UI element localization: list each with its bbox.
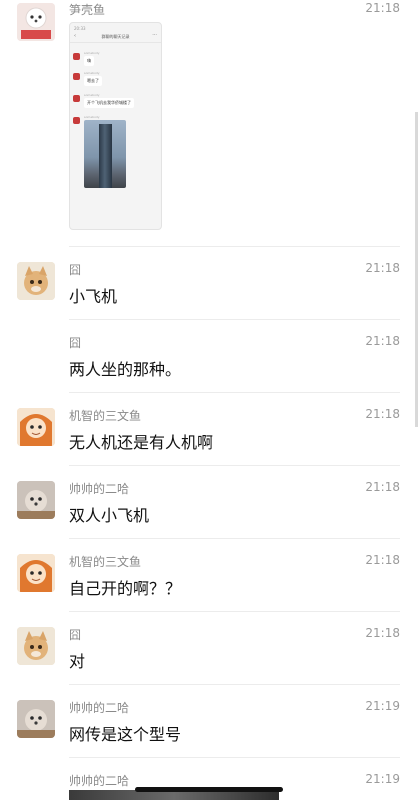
message-time: 21:18	[365, 407, 400, 421]
avatar[interactable]	[17, 3, 55, 41]
preview-sender: somebody	[84, 51, 100, 55]
divider	[69, 246, 400, 247]
home-indicator[interactable]	[135, 787, 283, 792]
message-time: 21:18	[365, 626, 400, 640]
message-time: 21:18	[365, 480, 400, 494]
anime-girl-avatar-icon	[17, 408, 55, 446]
message-time: 21:18	[365, 553, 400, 567]
cat-avatar-icon	[17, 627, 55, 665]
dog-avatar-icon	[17, 481, 55, 519]
avatar[interactable]	[17, 408, 55, 446]
avatar	[73, 95, 80, 102]
chat-history: 笋壳鱼 21:18 20:33 ‹ 群聊的聊天记录 ··· somebody 嗨…	[0, 0, 418, 800]
message-text: 自己开的啊？？	[69, 579, 182, 598]
preview-sender: somebody	[84, 93, 100, 97]
message-text: 双人小飞机	[69, 506, 150, 525]
divider	[69, 392, 400, 393]
message-time: 21:18	[365, 1, 400, 15]
divider	[69, 757, 400, 758]
preview-sender: somebody	[84, 71, 100, 75]
message-text: 两人坐的那种。	[69, 360, 182, 379]
avatar	[73, 117, 80, 124]
divider	[70, 42, 161, 43]
divider	[69, 319, 400, 320]
avatar[interactable]	[17, 262, 55, 300]
dog-avatar-icon	[17, 3, 55, 41]
sender-name: 囧	[69, 628, 82, 642]
preview-bubble: 开个飞机去我华侨城楼了	[84, 98, 134, 108]
message-time: 21:18	[365, 261, 400, 275]
sender-name: 笋壳鱼	[69, 3, 106, 17]
avatar[interactable]	[17, 481, 55, 519]
preview-bubble: 嗨	[84, 56, 94, 66]
sender-name: 帅帅的二哈	[69, 774, 130, 788]
message-text: 对	[69, 652, 86, 671]
avatar[interactable]	[17, 627, 55, 665]
message-text: 网传是这个型号	[69, 725, 182, 744]
more-icon: ···	[152, 32, 157, 38]
avatar	[73, 73, 80, 80]
message-text: 小飞机	[69, 287, 118, 306]
cat-avatar-icon	[17, 262, 55, 300]
avatar[interactable]	[17, 554, 55, 592]
preview-bubble: 嗯去了	[84, 76, 102, 86]
sender-name: 机智的三文鱼	[69, 409, 142, 423]
divider	[69, 538, 400, 539]
avatar[interactable]	[17, 700, 55, 738]
preview-photo	[84, 120, 126, 188]
avatar	[73, 53, 80, 60]
sender-name: 帅帅的二哈	[69, 482, 130, 496]
sender-name: 机智的三文鱼	[69, 555, 142, 569]
divider	[69, 611, 400, 612]
preview-status-time: 20:33	[74, 26, 86, 31]
anime-girl-avatar-icon	[17, 554, 55, 592]
dog-avatar-icon	[17, 700, 55, 738]
image-message[interactable]: 20:33 ‹ 群聊的聊天记录 ··· somebody 嗨 somebody …	[69, 22, 162, 230]
message-time: 21:18	[365, 334, 400, 348]
sender-name: 帅帅的二哈	[69, 701, 130, 715]
divider	[69, 684, 400, 685]
sender-name: 囧	[69, 336, 82, 350]
skyscraper-image	[99, 124, 112, 188]
sender-name: 囧	[69, 263, 82, 277]
message-time: 21:19	[365, 772, 400, 786]
message-text: 无人机还是有人机啊	[69, 433, 214, 452]
message-time: 21:19	[365, 699, 400, 713]
preview-title: 群聊的聊天记录	[101, 34, 130, 39]
divider	[69, 465, 400, 466]
preview-sender: somebody	[84, 115, 100, 119]
